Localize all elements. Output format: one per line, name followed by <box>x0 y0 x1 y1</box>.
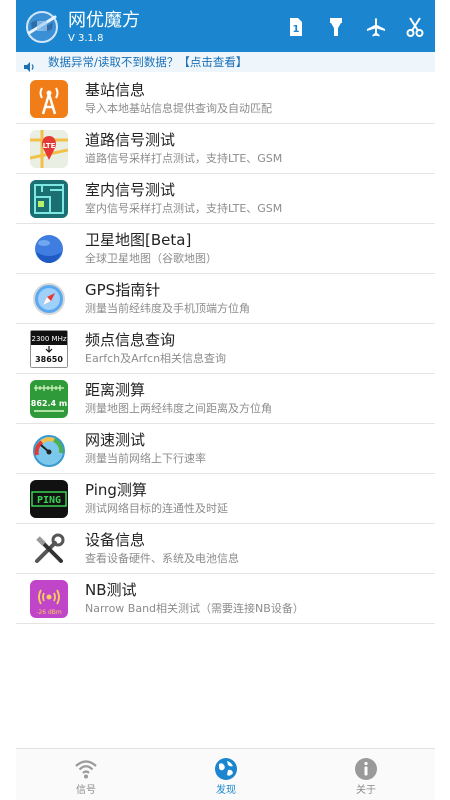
menu-item-gps-compass[interactable]: GPS指南针 测量当前经纬度及手机顶端方位角 <box>16 274 435 324</box>
notice-text[interactable]: 数据异常/读取不到数据？【点击查看】 <box>48 55 247 69</box>
menu-item-subtitle: 测量当前经纬度及手机顶端方位角 <box>85 302 250 315</box>
menu-item-road-test[interactable]: LTE 道路信号测试 道路信号采样打点测试，支持LTE、GSM <box>16 124 435 174</box>
app-screen: 网优魔方 V 3.1.8 1 数据异常/读取不到数据？【点击查看】 基站信息 导… <box>16 0 435 800</box>
menu-item-subtitle: 测量地图上两经纬度之间距离及方位角 <box>85 402 272 415</box>
base-station-icon <box>30 80 68 118</box>
menu-item-subtitle: 查看设备硬件、系统及电池信息 <box>85 552 239 565</box>
menu-item-title: 室内信号测试 <box>85 181 176 199</box>
menu-item-frequency-query[interactable]: 2300 MHz 38650 频点信息查询 Earfch及Arfcn相关信息查询 <box>16 324 435 374</box>
lte-icon-label: LTE <box>43 142 56 150</box>
frequency-icon-bottom-label: 38650 <box>35 355 63 364</box>
info-icon <box>354 757 378 781</box>
distance-icon-label: 862.4 m <box>31 399 67 408</box>
menu-item-title: 距离测算 <box>85 381 146 399</box>
menu-item-title: 网速测试 <box>85 431 146 449</box>
app-header: 网优魔方 V 3.1.8 1 <box>16 0 435 52</box>
menu-item-subtitle: 道路信号采样打点测试，支持LTE、GSM <box>85 152 283 165</box>
frequency-icon: 2300 MHz 38650 <box>30 330 68 368</box>
lte-map-icon: LTE <box>30 130 68 168</box>
menu-item-subtitle: 导入本地基站信息提供查询及自动匹配 <box>85 102 272 115</box>
menu-item-subtitle: Earfch及Arfcn相关信息查询 <box>85 352 227 365</box>
nav-tab-signal[interactable]: 信号 <box>36 749 136 800</box>
svg-text:1: 1 <box>293 24 300 35</box>
menu-item-distance[interactable]: 862.4 m 距离测算 测量地图上两经纬度之间距离及方位角 <box>16 374 435 424</box>
wifi-signal-icon <box>74 757 98 781</box>
menu-item-speed-test[interactable]: 网速测试 测量当前网络上下行速率 <box>16 424 435 474</box>
menu-item-title: 基站信息 <box>85 81 146 99</box>
app-title: 网优魔方 <box>68 10 140 31</box>
speedometer-icon <box>30 430 68 468</box>
menu-item-subtitle: 室内信号采样打点测试，支持LTE、GSM <box>85 202 283 215</box>
menu-item-base-station[interactable]: 基站信息 导入本地基站信息提供查询及自动匹配 <box>16 74 435 124</box>
globe-icon <box>214 757 238 781</box>
menu-item-title: 设备信息 <box>85 531 146 549</box>
nb-icon-label: -26 dBm <box>36 609 62 616</box>
menu-item-subtitle: 测试网络目标的连通性及时延 <box>85 502 228 515</box>
sim-card-1-icon[interactable]: 1 <box>284 16 306 38</box>
compass-icon <box>30 280 68 318</box>
nav-tab-label: 信号 <box>76 785 96 796</box>
ping-icon: PING <box>30 480 68 518</box>
menu-item-title: Ping测算 <box>85 481 147 499</box>
app-logo-icon <box>24 9 60 45</box>
nav-tab-label: 关于 <box>356 785 376 796</box>
nav-tab-about[interactable]: 关于 <box>316 749 416 800</box>
earth-icon <box>30 230 68 268</box>
data-issue-notice[interactable]: 数据异常/读取不到数据？【点击查看】 <box>16 52 435 72</box>
menu-item-indoor-test[interactable]: 室内信号测试 室内信号采样打点测试，支持LTE、GSM <box>16 174 435 224</box>
frequency-icon-top-label: 2300 MHz <box>31 335 66 343</box>
menu-item-title: NB测试 <box>85 581 137 599</box>
menu-item-subtitle: 全球卫星地图（谷歌地图） <box>85 252 217 265</box>
menu-item-title: 道路信号测试 <box>85 131 176 149</box>
nav-tab-discover[interactable]: 发现 <box>176 749 276 800</box>
bottom-navigation: 信号 发现 关于 <box>16 748 435 800</box>
menu-item-device-info[interactable]: 设备信息 查看设备硬件、系统及电池信息 <box>16 524 435 574</box>
menu-item-title: 卫星地图[Beta] <box>85 231 192 249</box>
menu-item-nb-test[interactable]: -26 dBm NB测试 Narrow Band相关测试（需要连接NB设备） <box>16 574 435 624</box>
scissors-icon[interactable] <box>404 16 426 38</box>
menu-item-subtitle: Narrow Band相关测试（需要连接NB设备） <box>85 602 304 615</box>
app-version: V 3.1.8 <box>68 33 104 44</box>
tools-icon <box>30 530 68 568</box>
distance-icon: 862.4 m <box>30 380 68 418</box>
floor-plan-icon <box>30 180 68 218</box>
airplane-icon[interactable] <box>365 16 387 38</box>
menu-item-title: GPS指南针 <box>85 281 161 299</box>
menu-item-ping[interactable]: PING Ping测算 测试网络目标的连通性及时延 <box>16 474 435 524</box>
menu-item-title: 频点信息查询 <box>85 331 176 349</box>
speaker-icon <box>24 57 36 72</box>
menu-item-subtitle: 测量当前网络上下行速率 <box>85 452 206 465</box>
menu-item-satellite-map[interactable]: 卫星地图[Beta] 全球卫星地图（谷歌地图） <box>16 224 435 274</box>
nb-signal-icon: -26 dBm <box>30 580 68 618</box>
ping-icon-label: PING <box>37 495 61 506</box>
flashlight-icon[interactable] <box>325 16 347 38</box>
nav-tab-label: 发现 <box>216 785 236 796</box>
